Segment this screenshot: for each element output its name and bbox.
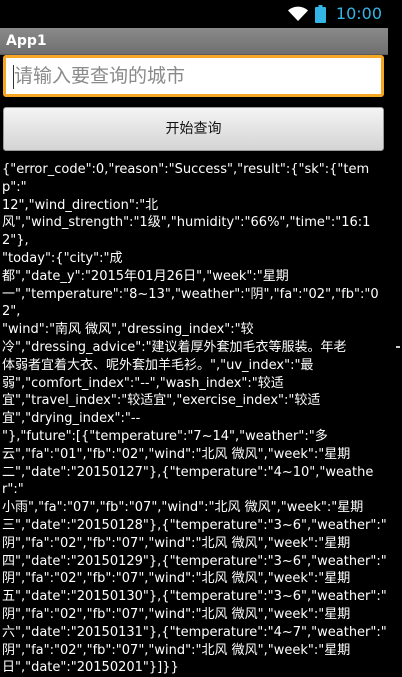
response-line: 阴","fa":"02","fb":"07","wind":"北风 微风","w… <box>2 535 351 551</box>
battery-icon <box>314 5 326 23</box>
response-line: 都","date_y":"2015年01月26日","week":"星期 <box>2 268 289 284</box>
response-line: 阴","fa":"02","fb":"07","wind":"北风 微风","w… <box>2 606 351 622</box>
response-line: 体弱者宜着大衣、呢外套加羊毛衫。","uv_index":"最 <box>2 357 314 373</box>
status-icons: 10:00 <box>287 4 382 24</box>
response-line: 日","date":"20150201"}]}} <box>2 660 179 676</box>
response-line: 弱","comfort_index":"--","wash_index":"较适 <box>2 375 284 391</box>
response-line: 三","date":"20150128"},{"temperature":"3~… <box>2 517 387 533</box>
response-text: {"error_code":0,"reason":"Success","resu… <box>2 161 388 677</box>
response-line: 云","fa":"01","fb":"02","wind":"北风 微风","w… <box>2 446 351 462</box>
response-line: "},"future":[{"temperature":"7~14","weat… <box>2 428 328 444</box>
response-line: 一","temperature":"8~13","weather":"阴","f… <box>2 286 379 320</box>
response-line: 冷","dressing_advice":"建议着厚外套加毛衣等服装。年老 <box>2 339 347 355</box>
start-query-button[interactable]: 开始查询 <box>3 107 384 151</box>
response-line: 五","date":"20150130"},{"temperature":"3~… <box>2 589 387 605</box>
response-line: 宜","drying_index":"-- <box>2 411 141 427</box>
response-line: 阴","fa":"02","fb":"07","wind":"北风 微风","w… <box>2 642 351 658</box>
response-line: {"error_code":0,"reason":"Success","resu… <box>2 162 370 195</box>
response-line: "wind":"南风 微风","dressing_index":"较 <box>2 322 254 338</box>
app-title: App1 <box>6 33 47 49</box>
response-line: 宜","travel_index":"较适宜","exercise_index"… <box>2 393 321 409</box>
response-line: 阴","fa":"02","fb":"07","wind":"北风 微风","w… <box>2 571 351 587</box>
scroll-indicator <box>396 346 400 348</box>
status-time: 10:00 <box>335 4 382 23</box>
response-line: 风","wind_strength":"1级","humidity":"66%"… <box>2 215 371 249</box>
city-search-box[interactable] <box>3 55 384 97</box>
response-line: 二","date":"20150127"},{"temperature":"4~… <box>2 464 374 498</box>
text-caret <box>13 65 14 89</box>
wifi-icon <box>287 6 309 22</box>
response-line: 小雨","fa":"07","fb":"07","wind":"北风 微风","… <box>2 500 364 516</box>
status-bar: 10:00 <box>0 0 402 28</box>
response-line: "today":{"city":"成 <box>2 250 123 266</box>
title-bar: App1 <box>0 28 388 55</box>
city-search-input[interactable] <box>6 58 381 94</box>
response-line: 12","wind_direction":"北 <box>2 197 159 213</box>
response-line: 四","date":"20150129"},{"temperature":"3~… <box>2 553 387 569</box>
response-line: 六","date":"20150131"},{"temperature":"4~… <box>2 624 387 640</box>
